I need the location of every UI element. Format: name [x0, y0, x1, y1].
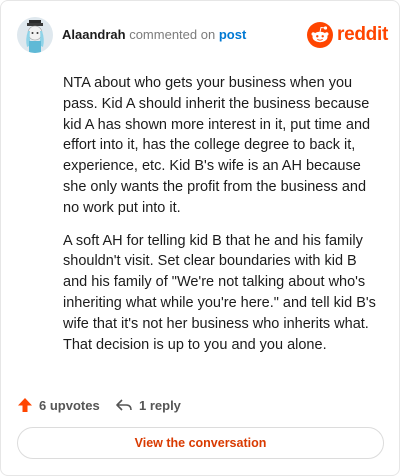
comment-body: NTA about who gets your business when yo…	[63, 73, 381, 367]
upvote-arrow-icon	[18, 398, 32, 412]
username[interactable]: Alaandrah	[62, 27, 126, 42]
reddit-logo-icon	[307, 22, 333, 48]
upvote-button[interactable]: 6 upvotes	[17, 395, 100, 415]
comment-paragraph: NTA about who gets your business when yo…	[63, 75, 371, 216]
reddit-brand[interactable]: reddit	[307, 19, 388, 51]
reply-arrow-icon	[116, 399, 132, 411]
user-avatar[interactable]	[17, 17, 53, 53]
view-conversation-button[interactable]: View the conversation	[17, 427, 384, 459]
comment-paragraph: A soft AH for telling kid B that he and …	[63, 232, 376, 353]
post-link[interactable]: post	[219, 27, 246, 42]
replies-count: 1 reply	[139, 397, 181, 413]
comment-embed-card: Alaandrah commented on post reddit NTA a…	[0, 0, 400, 476]
comment-byline: Alaandrah commented on post	[62, 27, 246, 43]
commented-on-label: commented on	[129, 27, 216, 42]
reddit-wordmark: reddit	[337, 24, 388, 45]
upvotes-count: 6 upvotes	[39, 397, 100, 413]
comment-actions: 6 upvotes 1 reply	[17, 395, 317, 415]
comment-header: Alaandrah commented on post reddit	[17, 17, 388, 53]
reply-button[interactable]: 1 reply	[115, 395, 181, 415]
